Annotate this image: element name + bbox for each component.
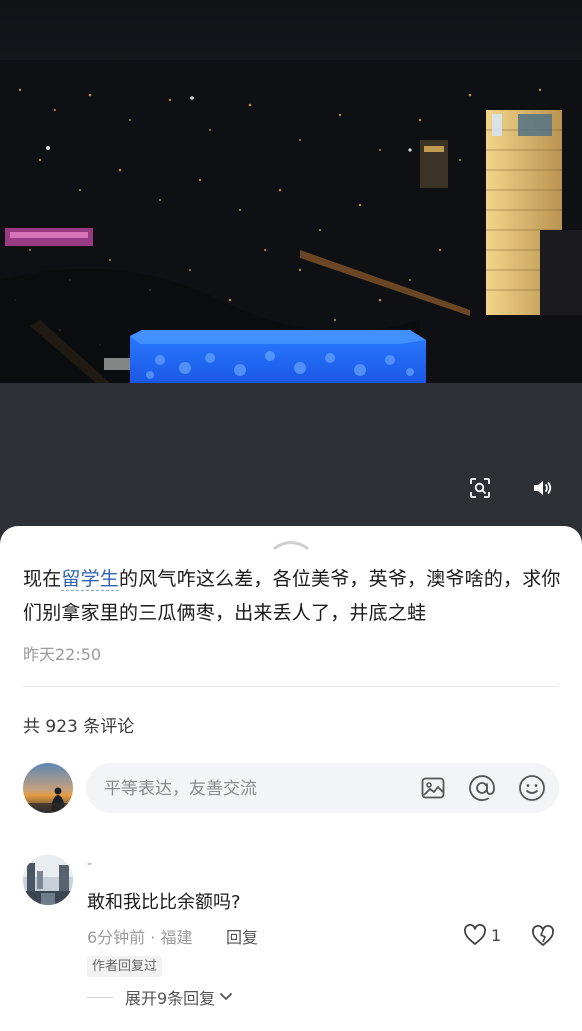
commenter-name[interactable]: -: [87, 856, 92, 872]
chevron-down-icon: [220, 993, 233, 1000]
reply-button[interactable]: 回复: [226, 924, 258, 948]
expand-replies-label: 展开9条回复: [125, 989, 216, 1008]
post-text: 现在留学生的风气咋这么差，各位美爷，英爷，澳爷啥的，求你们别拿家里的三瓜俩枣，出…: [23, 568, 561, 624]
dislike-button[interactable]: [530, 922, 556, 948]
scan-icon: [470, 478, 490, 498]
divider: [23, 686, 559, 687]
image-icon[interactable]: [419, 774, 447, 802]
like-count: 1: [491, 925, 502, 945]
video-player[interactable]: [0, 0, 582, 540]
sound-toggle-button[interactable]: [524, 470, 560, 506]
at-icon[interactable]: [468, 774, 496, 802]
expand-divider: [87, 996, 113, 998]
post-timestamp: 昨天22:50: [23, 645, 102, 664]
comment-text: 敢和我比比余额吗?: [87, 892, 241, 913]
comment-sheet: 现在留学生的风气咋这么差，各位美爷，英爷，澳爷啥的，求你们别拿家里的三瓜俩枣，出…: [0, 526, 582, 1031]
keyword-link[interactable]: 留学生: [61, 568, 120, 591]
commenter-avatar[interactable]: [23, 855, 73, 905]
expand-replies-button[interactable]: 展开9条回复: [87, 986, 233, 1008]
comment-input-box[interactable]: [86, 763, 559, 815]
comment-count: 共 923 条评论: [23, 717, 135, 737]
chevron-up-icon[interactable]: [272, 538, 310, 552]
broken-heart-icon: [532, 925, 554, 946]
author-replied-badge: 作者回复过: [87, 956, 163, 977]
my-avatar[interactable]: [23, 763, 73, 813]
emoji-icon[interactable]: [518, 774, 546, 802]
video-frame-night-city: [0, 0, 582, 383]
heart-icon: [464, 924, 486, 945]
screen-recognize-button[interactable]: [462, 470, 498, 506]
speaker-icon: [534, 481, 552, 495]
comment-input[interactable]: [102, 763, 406, 815]
like-button[interactable]: 1: [463, 922, 501, 948]
comment-meta: 6分钟前 · 福建: [87, 928, 193, 947]
